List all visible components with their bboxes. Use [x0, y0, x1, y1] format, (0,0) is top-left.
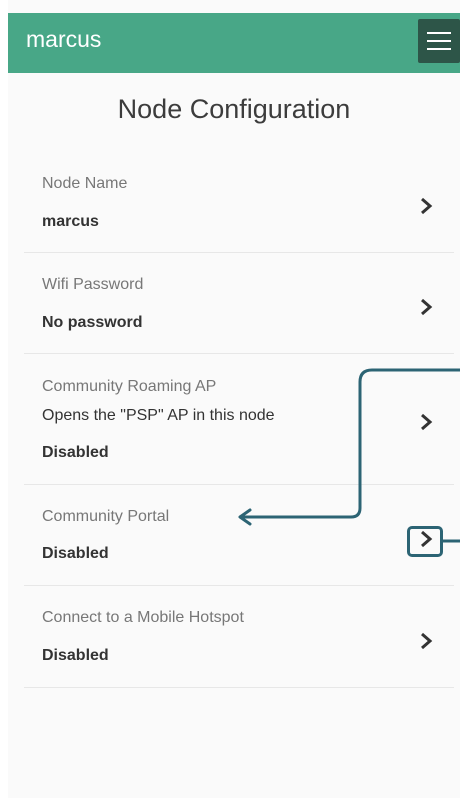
setting-row-mobile-hotspot[interactable]: Connect to a Mobile Hotspot Disabled: [24, 586, 454, 688]
setting-row-wifi-password[interactable]: Wifi Password No password: [24, 253, 454, 354]
setting-label: Community Portal: [42, 508, 170, 525]
setting-value: No password: [42, 314, 143, 331]
setting-value: Disabled: [42, 647, 109, 664]
setting-description: Opens the "PSP" AP in this node: [42, 407, 275, 424]
chevron-right-icon[interactable]: [419, 632, 433, 650]
setting-label: Connect to a Mobile Hotspot: [42, 609, 244, 626]
setting-label: Community Roaming AP: [42, 378, 217, 395]
setting-row-community-portal[interactable]: Community Portal Disabled: [24, 485, 454, 586]
hamburger-menu-icon-line: [427, 48, 451, 50]
app-frame: marcus Node Configuration Node Name marc…: [8, 0, 460, 798]
setting-row-community-roaming-ap[interactable]: Community Roaming AP Opens the "PSP" AP …: [24, 354, 454, 485]
chevron-right-icon[interactable]: [419, 530, 433, 548]
chevron-right-icon[interactable]: [419, 298, 433, 316]
chevron-right-icon[interactable]: [419, 197, 433, 215]
hamburger-menu-icon: [427, 32, 451, 34]
setting-value: Disabled: [42, 444, 109, 461]
chevron-right-icon[interactable]: [419, 413, 433, 431]
hamburger-menu-icon-line: [427, 40, 451, 42]
app-bar: marcus: [8, 13, 460, 73]
setting-value: Disabled: [42, 545, 109, 562]
app-title: marcus: [26, 26, 102, 52]
setting-row-node-name[interactable]: Node Name marcus: [24, 155, 454, 253]
setting-label: Wifi Password: [42, 276, 144, 293]
setting-value: marcus: [42, 213, 99, 230]
menu-button[interactable]: [418, 19, 460, 63]
setting-label: Node Name: [42, 175, 128, 192]
page-title: Node Configuration: [117, 94, 351, 124]
